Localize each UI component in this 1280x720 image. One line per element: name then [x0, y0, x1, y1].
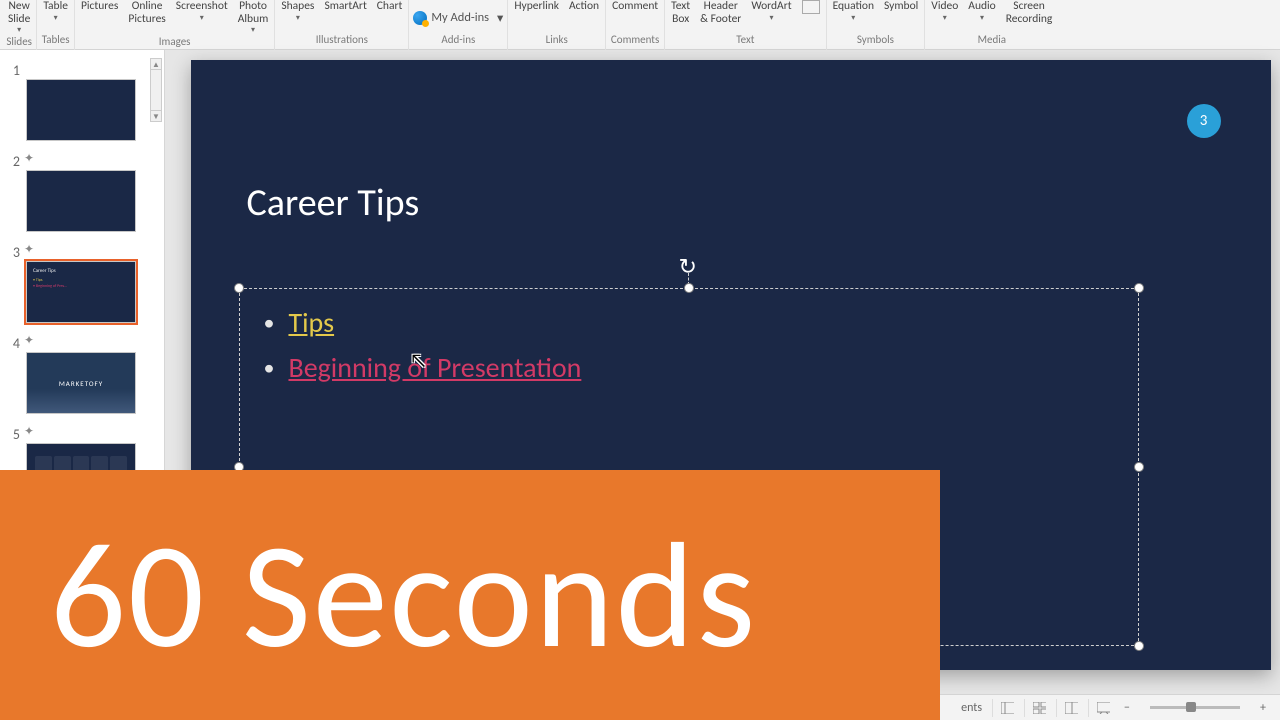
zoom-thumb[interactable] — [1186, 702, 1196, 712]
thumb-number: 5 — [6, 426, 20, 443]
hyperlink-tips[interactable]: Tips — [288, 305, 334, 340]
thumb-mini-line: • Tips — [33, 278, 42, 283]
smartart-button[interactable]: SmartArt — [322, 0, 368, 33]
ribbon-group-symbols: Equation▾ Symbol Symbols — [827, 0, 926, 50]
symbol-button[interactable]: Symbol — [882, 0, 920, 33]
group-label-text: Text — [669, 33, 821, 48]
ribbon-group-illustrations: Shapes▾ SmartArt Chart Illustrations — [275, 0, 409, 50]
zoom-in-button[interactable]: + — [1256, 701, 1270, 715]
group-label-comments: Comments — [610, 33, 660, 48]
view-slideshow-icon[interactable] — [1088, 699, 1110, 717]
resize-handle[interactable] — [1134, 462, 1144, 472]
bullet-item-beginning[interactable]: • Beginning of Presentation — [264, 350, 1114, 385]
bullet-list[interactable]: • Tips • Beginning of Presentation — [240, 289, 1138, 411]
thumb-preview[interactable]: MARKETOFY — [26, 352, 136, 414]
animation-star-icon: ✦ — [24, 424, 34, 439]
bullet-dot-icon: • — [264, 357, 275, 379]
group-label-images: Images — [79, 35, 270, 50]
view-sorter-icon[interactable] — [1024, 699, 1046, 717]
resize-handle[interactable] — [1134, 641, 1144, 651]
video-overlay-banner: 60 Seconds — [0, 470, 940, 720]
textbox-button[interactable]: Text Box — [669, 0, 692, 33]
resize-handle[interactable] — [234, 283, 244, 293]
photo-album-button[interactable]: Photo Album▾ — [236, 0, 271, 35]
thumb-slide-3[interactable]: 3 ✦ Career Tips • Tips • Beginning of Pre… — [0, 240, 164, 331]
bullet-item-tips[interactable]: • Tips — [264, 305, 1114, 340]
group-label-links: Links — [512, 33, 601, 48]
resize-handle[interactable] — [1134, 283, 1144, 293]
hyperlink-button[interactable]: Hyperlink — [512, 0, 561, 33]
thumb-mini-title: Career Tips — [33, 268, 56, 274]
overlay-text: 60 Seconds — [50, 504, 757, 687]
screen-recording-button[interactable]: Screen Recording — [1004, 0, 1055, 33]
zoom-out-button[interactable]: − — [1120, 701, 1134, 715]
animation-star-icon: ✦ — [24, 151, 34, 166]
group-label-tables: Tables — [41, 33, 70, 48]
view-reading-icon[interactable] — [1056, 699, 1078, 717]
header-footer-button[interactable]: Header & Footer — [698, 0, 743, 33]
my-addins-button[interactable]: My Add-ins▾ — [413, 10, 503, 26]
mouse-cursor-icon: ↖ — [410, 349, 428, 373]
thumb-number: 3 — [6, 244, 20, 261]
page-number-badge: 3 — [1187, 104, 1221, 138]
thumb-mini-line: • Beginning of Pres... — [33, 284, 67, 289]
ribbon-group-slides: New Slide▾ Slides — [2, 0, 37, 50]
chart-button[interactable]: Chart — [375, 0, 405, 33]
table-button[interactable]: Table▾ — [41, 0, 70, 33]
online-pictures-button[interactable]: Online Pictures — [126, 0, 167, 35]
thumb-number: 2 — [6, 153, 20, 170]
ribbon-group-text: Text Box Header & Footer WordArt▾ Text — [665, 0, 826, 50]
scroll-track[interactable] — [150, 70, 162, 110]
ribbon-group-tables: Table▾ Tables — [37, 0, 75, 50]
equation-button[interactable]: Equation▾ — [831, 0, 876, 33]
thumb-preview-selected[interactable]: Career Tips • Tips • Beginning of Pres..… — [26, 261, 136, 323]
text-more-button[interactable] — [800, 0, 822, 33]
wordart-button[interactable]: WordArt▾ — [749, 0, 793, 33]
hyperlink-beginning[interactable]: Beginning of Presentation — [288, 350, 581, 385]
scroll-down-icon[interactable]: ▼ — [150, 110, 162, 122]
scroll-up-icon[interactable]: ▲ — [150, 58, 162, 70]
bullet-dot-icon: • — [264, 312, 275, 334]
group-label-slides: Slides — [6, 35, 32, 50]
screenshot-button[interactable]: Screenshot▾ — [174, 0, 230, 35]
group-label-media: Media — [929, 33, 1054, 48]
view-normal-icon[interactable] — [992, 699, 1014, 717]
thumb-preview[interactable] — [26, 170, 136, 232]
thumb-number: 4 — [6, 335, 20, 352]
thumb-number: 1 — [6, 62, 20, 79]
ribbon-group-images: Pictures Online Pictures Screenshot▾ Pho… — [75, 0, 275, 50]
action-button[interactable]: Action — [567, 0, 601, 33]
thumb-mini-text: MARKETOFY — [59, 379, 103, 388]
group-label-addins: Add-ins — [413, 33, 503, 48]
animation-star-icon: ✦ — [24, 333, 34, 348]
thumb-slide-1[interactable]: 1 — [0, 58, 164, 149]
audio-button[interactable]: Audio▾ — [966, 0, 997, 33]
ribbon-group-comments: Comment Comments — [606, 0, 665, 50]
thumb-slide-2[interactable]: 2✦ — [0, 149, 164, 240]
group-label-illustrations: Illustrations — [279, 33, 404, 48]
pictures-button[interactable]: Pictures — [79, 0, 120, 35]
ribbon-group-media: Video▾ Audio▾ Screen Recording Media — [925, 0, 1058, 50]
zoom-slider[interactable] — [1150, 706, 1240, 709]
thumb-slide-4[interactable]: 4 ✦ MARKETOFY — [0, 331, 164, 422]
ribbon: New Slide▾ Slides Table▾ Tables Pictures… — [0, 0, 1280, 50]
status-comments-text: ents — [961, 701, 982, 715]
ribbon-group-links: Hyperlink Action Links — [508, 0, 606, 50]
group-label-symbols: Symbols — [831, 33, 921, 48]
addins-icon — [413, 11, 427, 25]
ribbon-group-addins: My Add-ins▾ Add-ins — [409, 0, 508, 50]
slide-title[interactable]: Career Tips — [247, 180, 420, 226]
video-button[interactable]: Video▾ — [929, 0, 960, 33]
comment-button[interactable]: Comment — [610, 0, 660, 33]
animation-star-icon: ✦ — [24, 242, 34, 257]
shapes-button[interactable]: Shapes▾ — [279, 0, 316, 33]
resize-handle[interactable] — [684, 283, 694, 293]
thumb-preview[interactable] — [26, 79, 136, 141]
new-slide-button[interactable]: New Slide▾ — [6, 0, 32, 35]
thumbnail-scrollbar[interactable]: ▲ ▼ — [150, 58, 162, 122]
